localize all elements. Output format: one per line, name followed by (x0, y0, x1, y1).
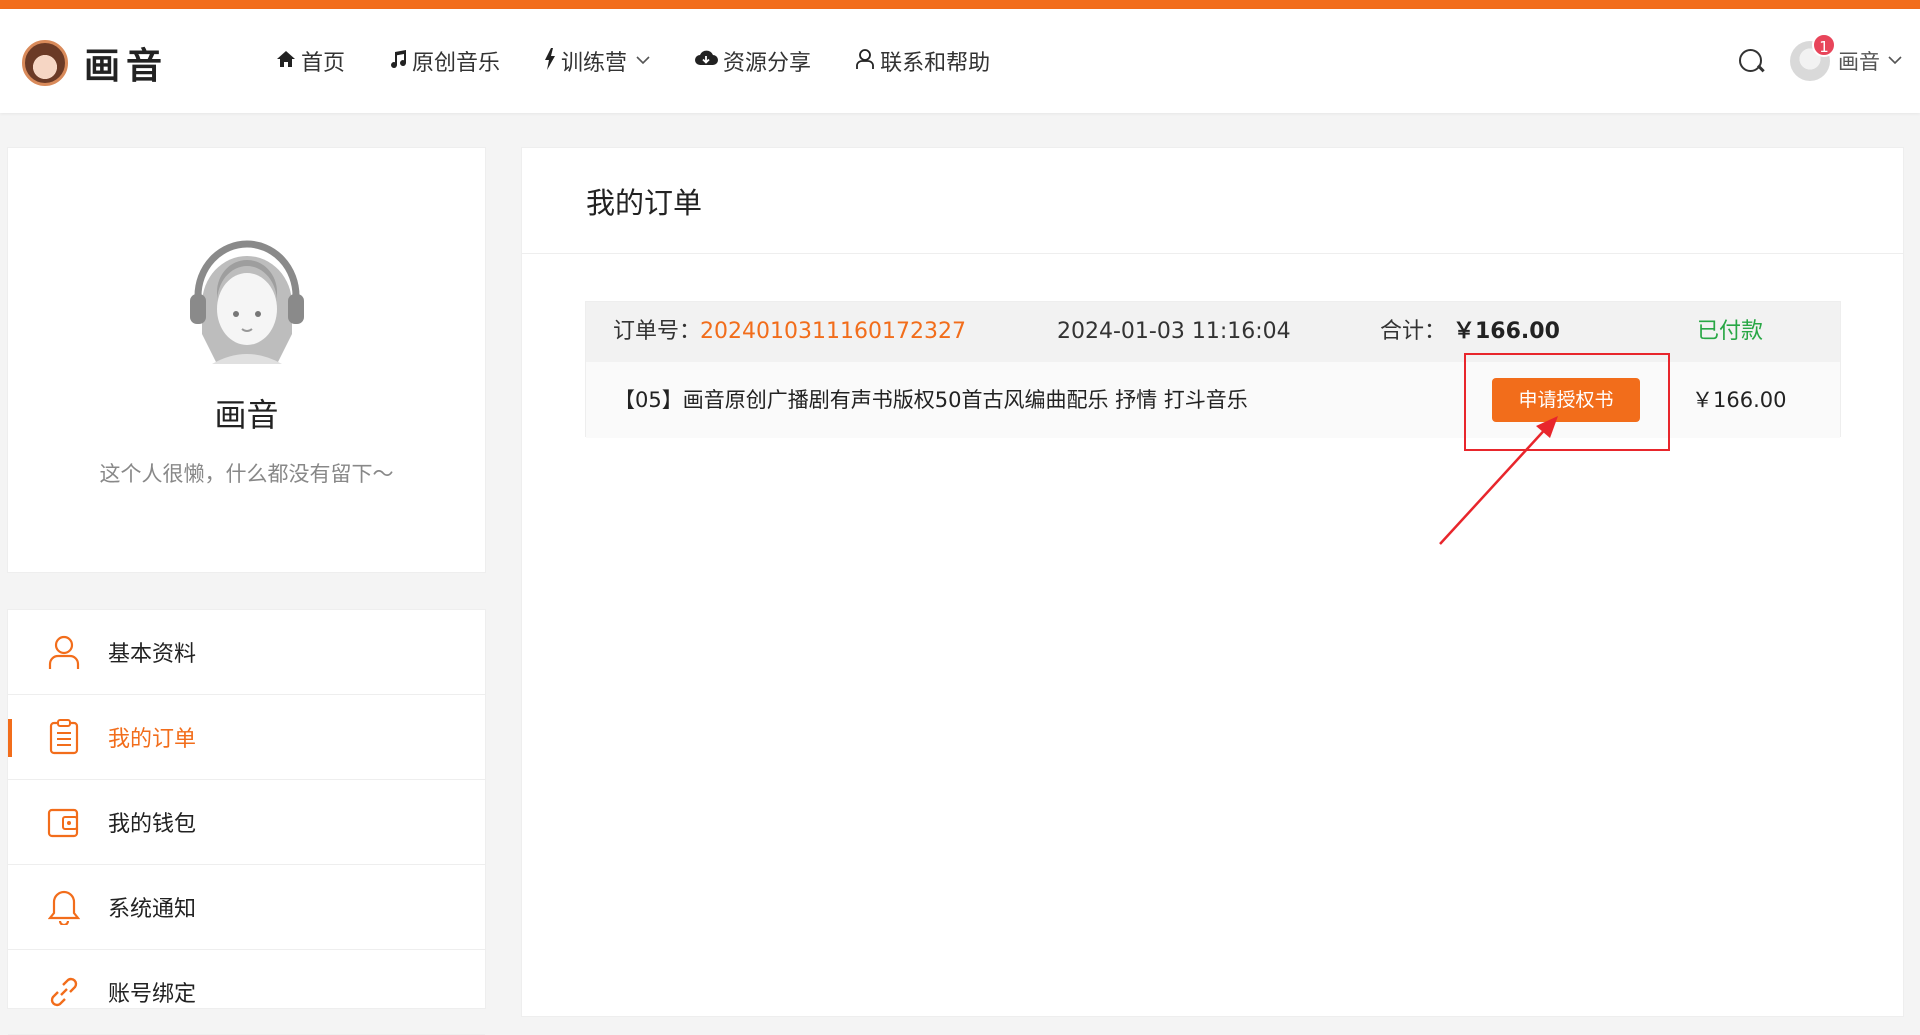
main-nav: 首页 原创音乐 训练营 资源分享 联系和帮助 (276, 9, 990, 113)
profile-card: 画音 这个人很懒，什么都没有留下～ (7, 147, 486, 573)
nav-item-training-camp[interactable]: 训练营 (544, 45, 650, 77)
user-name: 画音 (1838, 50, 1880, 74)
notification-badge: 1 (1812, 33, 1836, 57)
user-icon (46, 634, 82, 670)
music-note-icon (389, 49, 407, 74)
clipboard-icon (46, 719, 82, 755)
sidebar-item-my-wallet[interactable]: 我的钱包 (8, 780, 485, 865)
nav-item-label: 联系和帮助 (880, 51, 991, 76)
sidebar-item-label: 基本资料 (108, 642, 197, 667)
home-icon (276, 49, 296, 74)
order-card: 订单号： 20240103111601723​27 2024-01-03 11:… (585, 301, 1841, 451)
nav-item-contact-help[interactable]: 联系和帮助 (855, 45, 990, 77)
profile-name: 画音 (214, 396, 279, 434)
sidebar-item-label: 系统通知 (108, 897, 197, 922)
nav-item-label: 原创音乐 (412, 51, 501, 76)
sidebar-item-basic-info[interactable]: 基本资料 (8, 610, 485, 695)
profile-bio: 这个人很懒，什么都没有留下～ (99, 462, 394, 486)
sidebar-item-label: 我的订单 (108, 727, 197, 752)
order-total-label: 合计： (1380, 319, 1447, 344)
logo-avatar-icon (22, 40, 68, 86)
product-name[interactable]: 【05】画音原创广播剧有声书版权50首古风编曲配乐 抒情 打斗音乐 (614, 362, 1248, 438)
nav-item-label: 资源分享 (723, 51, 812, 76)
order-item-row: 【05】画音原创广播剧有声书版权50首古风编曲配乐 抒情 打斗音乐 申请授权书 … (586, 353, 1840, 451)
sidebar-item-account-binding[interactable]: 账号绑定 (8, 950, 485, 1035)
chevron-down-icon (1888, 53, 1902, 69)
user-avatar: 1 (1790, 33, 1836, 81)
lightning-icon (544, 47, 556, 75)
annotation-arrow-icon (1439, 416, 1558, 545)
sidebar-item-label: 我的钱包 (108, 812, 197, 837)
sidebar-item-notifications[interactable]: 系统通知 (8, 865, 485, 950)
bell-icon (46, 889, 82, 925)
logo-text: 画音 (84, 46, 169, 87)
page-title: 我的订单 (522, 148, 1903, 254)
user-sidebar-menu: 基本资料 我的订单 我的钱包 系统通知 账号绑定 (7, 609, 486, 1035)
link-icon (46, 974, 82, 1010)
item-price: ￥166.00 (1692, 388, 1787, 412)
user-menu[interactable]: 1 画音 (1790, 33, 1902, 81)
order-number-label: 订单号： (613, 319, 702, 344)
search-icon[interactable] (1738, 48, 1764, 74)
cloud-download-icon (694, 49, 719, 74)
nav-item-label: 首页 (301, 51, 346, 76)
wallet-icon (46, 804, 82, 840)
profile-avatar (182, 234, 312, 364)
order-status: 已付款 (1697, 319, 1764, 344)
header-right: 1 画音 (1738, 9, 1902, 113)
order-time: 2024-01-03 11:16:04 (1057, 319, 1291, 344)
chevron-down-icon (636, 53, 650, 69)
user-outline-icon (855, 48, 875, 75)
site-logo[interactable]: 画音 (22, 37, 168, 89)
top-accent-bar (0, 0, 1920, 9)
nav-item-home[interactable]: 首页 (276, 45, 345, 77)
orders-panel: 我的订单 订单号： 20240103111601723​27 2024-01-0… (521, 147, 1904, 1017)
site-header: 画音 首页 原创音乐 训练营 资源分享 联系和帮助 1 画音 (0, 9, 1920, 113)
sidebar-item-my-orders[interactable]: 我的订单 (8, 695, 485, 780)
order-number: 20240103111601723​27 (700, 319, 966, 344)
nav-item-original-music[interactable]: 原创音乐 (389, 45, 500, 77)
sidebar-item-label: 账号绑定 (108, 982, 197, 1007)
nav-item-label: 训练营 (561, 51, 628, 76)
nav-item-resource-share[interactable]: 资源分享 (694, 45, 811, 77)
